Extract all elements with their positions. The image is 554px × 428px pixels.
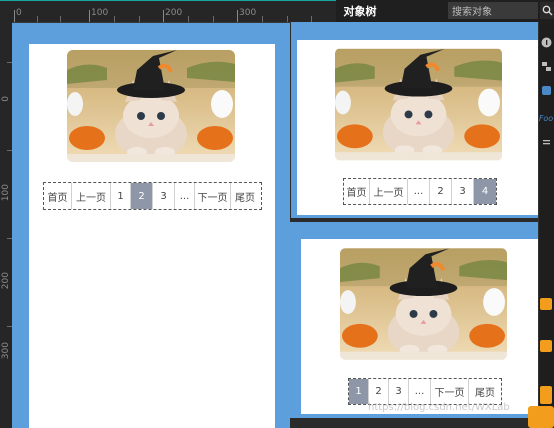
pager2-page-4-button[interactable]: 4 [474,179,496,204]
pager2-ellipsis: ... [408,179,430,204]
cat-photo-2[interactable] [335,48,502,161]
ruler-left-label-100: 100 [1,184,11,202]
pager2-prev-page-button[interactable]: 上一页 [370,179,408,204]
ruler-label-300: 300 [239,8,257,18]
info-icon[interactable] [540,36,552,48]
pager3-page-3-button[interactable]: 3 [389,379,409,404]
ruler-left-label-0: 0 [1,96,11,102]
ruler-label-100: 100 [91,8,109,18]
pager3-ellipsis: ... [409,379,431,404]
guide-line-horizontal [0,0,336,1]
ruler-left-label-200: 200 [1,272,11,290]
action-icon[interactable] [540,386,552,404]
pager3-last-page-button[interactable]: 尾页 [469,379,501,404]
code-icon[interactable] [540,136,552,148]
top-ruler: 0 100 200 300 [0,0,336,23]
cat-photo-3[interactable] [340,248,507,360]
ruler-left-label-300: 300 [1,342,11,360]
data-source-icon[interactable]: Foo [539,112,553,124]
pager1-page-3-button[interactable]: 3 [153,183,175,209]
pager1-last-page-button[interactable]: 尾页 [231,183,259,209]
pager2-page-3-button[interactable]: 3 [452,179,474,204]
pager1-prev-page-button[interactable]: 上一页 [72,183,111,209]
pager2-first-page-button[interactable]: 首页 [344,179,370,204]
corner-action-button[interactable] [528,406,554,428]
pagination-2: 首页 上一页 ... 2 3 4 [343,178,497,205]
pagination-3: 1 2 3 ... 下一页 尾页 [348,378,502,405]
ruler-label-0: 0 [16,8,22,18]
search-button[interactable] [540,2,554,19]
pager3-page-2-button[interactable]: 2 [369,379,389,404]
pager1-page-2-button[interactable]: 2 [131,183,153,209]
search-icon [542,5,552,16]
pager1-page-1-button[interactable]: 1 [111,183,131,209]
pager1-ellipsis: ... [175,183,195,209]
layers-icon[interactable] [540,60,552,72]
alert-icon[interactable] [540,340,552,352]
right-toolbar [538,22,554,428]
pager1-next-page-button[interactable]: 下一页 [195,183,231,209]
pager3-page-1-button[interactable]: 1 [349,379,369,404]
tab-object-tree[interactable]: 对象树 [336,0,384,22]
pager3-next-page-button[interactable]: 下一页 [431,379,469,404]
ruler-label-200: 200 [165,8,183,18]
cat-photo-1[interactable] [67,50,235,162]
watermark-text: https://blog.csdn.net/WXLab [368,402,510,413]
warning-icon[interactable] [540,298,552,310]
pager2-page-2-button[interactable]: 2 [430,179,452,204]
pagination-1: 首页 上一页 1 2 3 ... 下一页 尾页 [43,182,262,210]
component-icon[interactable] [540,84,552,96]
object-search-input[interactable]: 搜索对象 [448,2,538,19]
pager1-first-page-button[interactable]: 首页 [44,183,72,209]
